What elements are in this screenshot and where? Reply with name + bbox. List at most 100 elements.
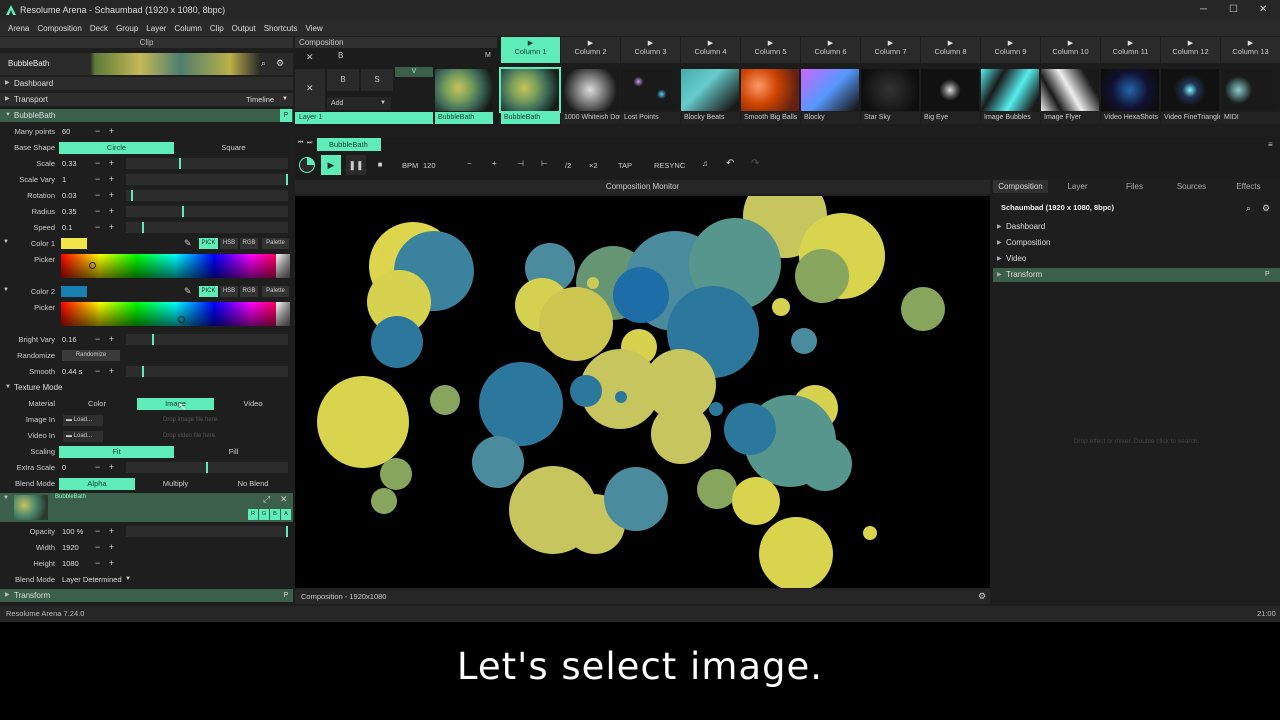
play-icon[interactable]: ▶ <box>1161 39 1220 47</box>
column-header-6[interactable]: ▶ Column 6 <box>801 37 860 63</box>
menu-group[interactable]: Group <box>116 24 138 33</box>
transport-mode-dropdown[interactable]: Timeline <box>246 93 274 106</box>
play-icon[interactable]: ▶ <box>561 39 620 47</box>
clip-thumbnail[interactable] <box>741 69 799 111</box>
play-icon[interactable]: ▶ <box>1221 39 1280 47</box>
play-icon[interactable]: ▶ <box>501 39 560 47</box>
nudge-forward-icon[interactable]: ⊢ <box>541 159 548 168</box>
tap-button[interactable]: TAP <box>618 161 632 170</box>
expand-icon[interactable]: ⤢ <box>263 494 270 505</box>
section-transport[interactable]: ▶ Transport Timeline ▼ <box>0 93 293 106</box>
close-icon[interactable]: ✕ <box>280 494 288 505</box>
pause-button[interactable]: ❚❚ <box>346 155 366 175</box>
column-header-10[interactable]: ▶ Column 10 <box>1041 37 1100 63</box>
clip-thumbnail[interactable] <box>921 69 979 111</box>
column-header-3[interactable]: ▶ Column 3 <box>621 37 680 63</box>
gear-icon[interactable]: ⚙ <box>1262 203 1270 214</box>
redo-icon[interactable]: ↷ <box>751 158 759 169</box>
nudge-back-icon[interactable]: ⊣ <box>517 159 524 168</box>
clip-thumbnail[interactable] <box>1161 69 1219 111</box>
menu-column[interactable]: Column <box>174 24 202 33</box>
bypass-button[interactable]: B <box>338 51 343 60</box>
menu-composition[interactable]: Composition <box>37 24 81 33</box>
clip-thumbnail[interactable] <box>801 69 859 111</box>
layer-bypass-button[interactable]: B <box>327 69 359 91</box>
many-points-value[interactable]: 60 <box>62 127 70 136</box>
section-transform[interactable]: ▶ Transform P <box>0 589 293 602</box>
extra-scale-slider[interactable] <box>126 462 288 473</box>
menu-clip[interactable]: Clip <box>210 24 224 33</box>
hamburger-menu-icon[interactable]: ≡ <box>1268 140 1273 149</box>
blend-alpha-button[interactable]: Alpha <box>59 478 135 490</box>
eyedropper-icon[interactable]: ✎ <box>184 286 192 297</box>
column-header-11[interactable]: ▶ Column 11 <box>1101 37 1160 63</box>
menu-arena[interactable]: Arena <box>8 24 29 33</box>
clear-layer-icon[interactable]: ✕ <box>306 83 314 94</box>
right-item-dashboard[interactable]: ▶ Dashboard <box>993 220 1280 234</box>
play-icon[interactable]: ▶ <box>861 39 920 47</box>
speed-slider[interactable] <box>126 222 288 233</box>
blend-noblend-button[interactable]: No Blend <box>215 478 291 490</box>
minimize-icon[interactable]: ─ <box>1200 4 1207 15</box>
color2-picker[interactable] <box>61 302 290 326</box>
right-item-composition[interactable]: ▶ Composition <box>993 236 1280 250</box>
transform-preset-button[interactable]: P <box>280 589 292 602</box>
video-load-button[interactable]: ▬ Load... <box>63 431 103 442</box>
resync-button[interactable]: RESYNC <box>654 161 685 170</box>
clip-thumbnail[interactable] <box>981 69 1039 111</box>
scaling-fill-button[interactable]: Fill <box>176 446 291 458</box>
effect-preset-button[interactable]: P <box>280 109 292 122</box>
increment-button[interactable]: + <box>109 126 114 136</box>
search-icon[interactable]: ⌕ <box>1246 203 1251 214</box>
section-dashboard[interactable]: ▶ Dashboard <box>0 77 293 90</box>
gear-icon[interactable]: ⚙ <box>978 589 986 604</box>
clip-thumbnail[interactable] <box>621 69 679 111</box>
tab-effects[interactable]: Effects <box>1221 180 1276 193</box>
shape-square-button[interactable]: Square <box>176 142 291 154</box>
blend-multiply-button[interactable]: Multiply <box>137 478 214 490</box>
column-header-2[interactable]: ▶ Column 2 <box>561 37 620 63</box>
tab-composition[interactable]: Composition <box>993 180 1048 193</box>
column-header-12[interactable]: ▶ Column 12 <box>1161 37 1220 63</box>
right-item-video[interactable]: ▶ Video <box>993 252 1280 266</box>
column-header-9[interactable]: ▶ Column 9 <box>981 37 1040 63</box>
clip-thumbnail[interactable] <box>681 69 739 111</box>
column-header-1[interactable]: ▶ Column 1 <box>501 37 560 63</box>
section-texture-mode[interactable]: ▼ Texture Mode <box>0 381 293 394</box>
play-icon[interactable]: ▶ <box>1041 39 1100 47</box>
rotation-slider[interactable] <box>126 190 288 201</box>
column-header-4[interactable]: ▶ Column 4 <box>681 37 740 63</box>
clip-thumbnail[interactable] <box>561 69 619 111</box>
play-icon[interactable]: ▶ <box>741 39 800 47</box>
color1-picker-handle[interactable] <box>89 262 96 269</box>
section-bubblebath[interactable]: ▼ BubbleBath P <box>0 109 293 122</box>
clip-thumbnail[interactable] <box>1041 69 1099 111</box>
video-toggle[interactable]: V <box>395 67 433 77</box>
clip-thumbnail[interactable] <box>861 69 919 111</box>
gear-icon[interactable]: ⚙ <box>276 58 284 69</box>
layer-clip-thumbnail[interactable] <box>435 69 493 111</box>
play-icon[interactable]: ▶ <box>681 39 740 47</box>
next-deck-icon[interactable]: ⏭ <box>307 140 312 147</box>
half-bpm-button[interactable]: /2 <box>565 161 571 170</box>
play-button[interactable]: ▶ <box>321 155 341 175</box>
play-icon[interactable]: ▶ <box>981 39 1040 47</box>
material-color-button[interactable]: Color <box>59 398 135 410</box>
column-header-13[interactable]: ▶ Column 13 <box>1221 37 1280 63</box>
play-icon[interactable]: ▶ <box>621 39 680 47</box>
column-header-5[interactable]: ▶ Column 5 <box>741 37 800 63</box>
tab-files[interactable]: Files <box>1107 180 1162 193</box>
play-icon[interactable]: ▶ <box>921 39 980 47</box>
clip-thumbnail[interactable] <box>1221 69 1279 111</box>
scaling-fit-button[interactable]: Fit <box>59 446 174 458</box>
eyedropper-icon[interactable]: ✎ <box>184 238 192 249</box>
close-icon[interactable]: ✕ <box>1259 4 1267 15</box>
play-icon[interactable]: ▶ <box>1101 39 1160 47</box>
right-item-transform[interactable]: ▶ Transform P <box>993 268 1280 282</box>
undo-icon[interactable]: ↶ <box>726 158 734 169</box>
close-icon[interactable]: ✕ <box>306 52 314 63</box>
bpm-value[interactable]: 120 <box>423 161 436 170</box>
composition-monitor[interactable] <box>295 196 990 588</box>
randomize-button[interactable]: Randomize <box>62 350 120 361</box>
menu-shortcuts[interactable]: Shortcuts <box>264 24 298 33</box>
